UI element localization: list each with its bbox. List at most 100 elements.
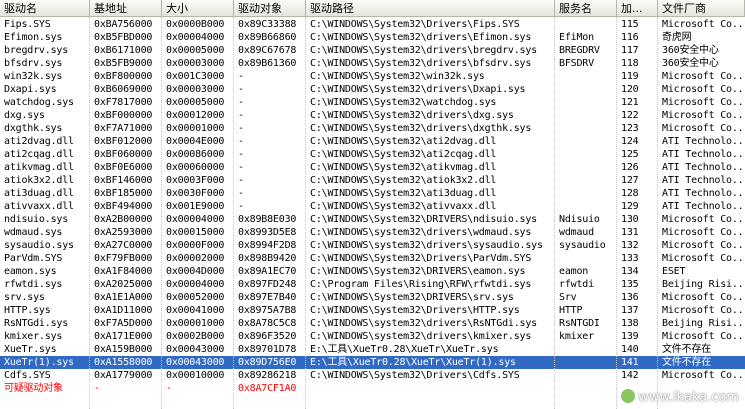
driver-name: ativvaxx.dll [4, 201, 74, 212]
driver-object: 0x89C33388 [238, 19, 297, 30]
table-row[interactable]: ParVdm.SYS 0xF79FB000 0x00002000 0x898B9420… [0, 252, 745, 265]
table-row[interactable]: Dxapi.sys 0xB6069000 0x00003000 - C:\WINDOWS… [0, 83, 745, 96]
col-driver-object[interactable]: 驱动对象 [234, 0, 306, 17]
table-row[interactable]: XueTr.sys 0xA159B000 0x00043000 0x89701D78 E… [0, 343, 745, 356]
table-row[interactable]: HTTP.sys 0xA1D11000 0x00041000 0x8975A7B8 C:… [0, 304, 745, 317]
table-row[interactable]: ativvaxx.dll 0xBF494000 0x001E9000 - C:\WIND… [0, 200, 745, 213]
table-row[interactable]: win32k.sys 0xBF800000 0x001C3000 - C:\WINDOW… [0, 70, 745, 83]
table-row[interactable]: sysaudio.sys 0xA27C0000 0x0000F000 0x8994F2… [0, 239, 745, 252]
load-order: 117 [621, 45, 639, 56]
driver-path: C:\WINDOWS\System32\drivers\dxgthk.sys [310, 123, 532, 134]
driver-list[interactable]: 驱动名 基地址 大小 驱动对象 驱动路径 服务名 加... 文件厂商 Fips.SYS 0xBA… [0, 0, 745, 409]
service-name: kmixer [559, 331, 594, 342]
table-row[interactable]: atiok3x2.dll 0xBF146000 0x0003F000 - C:\WIND… [0, 174, 745, 187]
table-row-selected[interactable]: XueTr(1).sys 0xA1558000 0x00043000 0x89D756… [0, 356, 745, 369]
load-order: 118 [621, 58, 639, 69]
base-address: 0xF7A71000 [94, 123, 153, 134]
service-name: BFSDRV [559, 58, 594, 69]
table-row[interactable]: bfsdrv.sys 0xB5FB9000 0x00003000 0x89B61360… [0, 57, 745, 70]
base-address: - [94, 383, 100, 394]
driver-path: C:\Program Files\Rising\RFW\rfwtdi.sys [310, 279, 532, 290]
table-row[interactable]: dxg.sys 0xBF000000 0x00012000 - C:\WINDOWS\S… [0, 109, 745, 122]
size: 0x00086000 [166, 149, 225, 160]
size: 0x0000F000 [166, 240, 225, 251]
table-row[interactable]: wdmaud.sys 0xA2593000 0x00015000 0x8993D5E8… [0, 226, 745, 239]
service-name [555, 83, 617, 96]
table-row[interactable]: rfwtdi.sys 0xA2025000 0x00004000 0x897FD248… [0, 278, 745, 291]
driver-name: dxg.sys [4, 110, 45, 121]
table-row[interactable]: dxgthk.sys 0xF7A71000 0x00001000 - C:\WINDOW… [0, 122, 745, 135]
driver-path: C:\WINDOWS\System32\drivers\Dxapi.sys [310, 84, 526, 95]
load-order: 140 [621, 344, 639, 355]
base-address: 0xB6069000 [94, 84, 153, 95]
size: 0x00001000 [166, 123, 225, 134]
load-order: 121 [621, 97, 639, 108]
table-row[interactable]: Fips.SYS 0xBA756000 0x0000B000 0x89C33388 C:… [0, 18, 745, 31]
file-vendor: Microsoft Co... [662, 123, 745, 134]
driver-path: C:\WINDOWS\System32\drivers\bfsdrv.sys [310, 58, 532, 69]
table-row[interactable]: kmixer.sys 0xA171E000 0x0002B000 0x896F3520… [0, 330, 745, 343]
file-vendor: Microsoft Co... [662, 240, 745, 251]
driver-path: C:\WINDOWS\System32\drivers\dxg.sys [310, 110, 514, 121]
load-order: 116 [621, 32, 639, 43]
size: 0x0003F000 [166, 175, 225, 186]
base-address: 0xA2B00000 [94, 214, 153, 225]
table-row[interactable]: RsNTGdi.sys 0xF7A5D000 0x00001000 0x8A78C5C… [0, 317, 745, 330]
col-base-address[interactable]: 基地址 [90, 0, 162, 17]
driver-name: ati2dvag.dll [4, 136, 74, 147]
load-order: 134 [621, 266, 639, 277]
load-order: 128 [621, 188, 639, 199]
service-name: BREGDRV [559, 45, 600, 56]
size: 0x0004E000 [166, 136, 225, 147]
col-file-vendor[interactable]: 文件厂商 [658, 0, 745, 17]
table-row[interactable]: atikvmag.dll 0xBF0E6000 0x00060000 - C:\WIND… [0, 161, 745, 174]
base-address: 0xA159B000 [94, 344, 153, 355]
service-name [555, 382, 617, 395]
driver-path: C:\WINDOWS\System32\ativvaxx.dll [310, 201, 497, 212]
table-row[interactable]: ati2dvag.dll 0xBF012000 0x0004E000 - C:\WIND… [0, 135, 745, 148]
file-vendor: Microsoft Co... [662, 214, 745, 225]
driver-path: C:\WINDOWS\System32\ati2dvag.dll [310, 136, 497, 147]
ikaka-logo-icon [621, 389, 636, 403]
load-order: 139 [621, 331, 639, 342]
driver-object: 0x8A78C5C8 [238, 318, 297, 329]
driver-name: watchdog.sys [4, 97, 74, 108]
load-order: 136 [621, 292, 639, 303]
driver-object: - [238, 162, 244, 173]
size: 0x00004000 [166, 32, 225, 43]
driver-object: - [238, 123, 244, 134]
table-row[interactable]: bregdrv.sys 0xB6171000 0x00005000 0x89C6767… [0, 44, 745, 57]
table-row[interactable]: srv.sys 0xA1E1A000 0x00052000 0x897E7B40 C:\… [0, 291, 745, 304]
base-address: 0xF7817000 [94, 97, 153, 108]
table-row[interactable]: ati2cqag.dll 0xBF060000 0x00086000 - C:\WIND… [0, 148, 745, 161]
driver-name: XueTr(1).sys [4, 357, 74, 368]
driver-name: ati2cqag.dll [4, 149, 74, 160]
table-row[interactable]: ndisuio.sys 0xA2B00000 0x00004000 0x89B8E03… [0, 213, 745, 226]
driver-name: atiok3x2.dll [4, 175, 74, 186]
col-size[interactable]: 大小 [162, 0, 234, 17]
driver-object: - [238, 201, 244, 212]
driver-name: rfwtdi.sys [4, 279, 63, 290]
col-driver-name[interactable]: 驱动名 [0, 0, 90, 17]
col-driver-path[interactable]: 驱动路径 [306, 0, 555, 17]
table-row[interactable]: eamon.sys 0xA1F84000 0x0004D000 0x89A1EC70 C… [0, 265, 745, 278]
table-row[interactable]: Cdfs.SYS 0xA1779000 0x00010000 0x89286218 C:… [0, 369, 745, 382]
service-name: eamon [559, 266, 589, 277]
service-name: Srv [559, 292, 577, 303]
base-address: 0xA1558000 [94, 357, 153, 368]
col-service-name[interactable]: 服务名 [555, 0, 617, 17]
base-address: 0xBF060000 [94, 149, 153, 160]
table-row[interactable]: watchdog.sys 0xF7817000 0x00005000 - C:\WIND… [0, 96, 745, 109]
file-vendor: 文件不存在 [662, 357, 711, 368]
driver-object: - [238, 149, 244, 160]
table-row[interactable]: Efimon.sys 0xB5FBD000 0x00004000 0x89B66860… [0, 31, 745, 44]
size: 0x00005000 [166, 45, 225, 56]
file-vendor: ATI Technolo... [662, 149, 745, 160]
col-load-order[interactable]: 加... [617, 0, 658, 17]
size: 0x00052000 [166, 292, 225, 303]
driver-name: Efimon.sys [4, 32, 63, 43]
size: 0x00041000 [166, 305, 225, 316]
table-row[interactable]: ati3duag.dll 0xBF185000 0x0030F000 - C:\WIND… [0, 187, 745, 200]
load-order: 130 [621, 214, 639, 225]
size: 0x0002B000 [166, 331, 225, 342]
